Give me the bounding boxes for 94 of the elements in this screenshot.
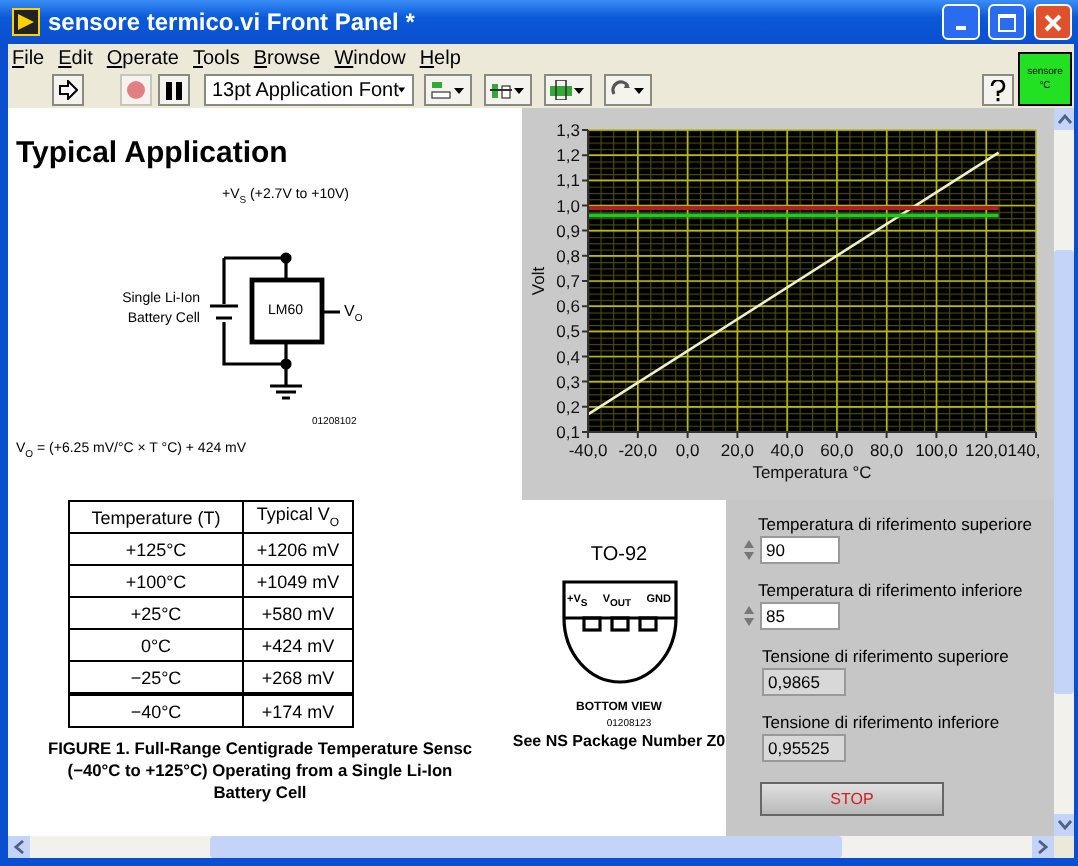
tick-label: 0,1 [556, 422, 580, 442]
table-cell: +580 mV [243, 597, 353, 629]
table-cell: −25°C [69, 661, 243, 694]
scroll-up-arrow[interactable] [1054, 108, 1074, 130]
package-outline-drawing [561, 580, 677, 684]
table-cell: +25°C [69, 597, 243, 629]
table-cell: −40°C [69, 694, 243, 727]
scroll-thumb[interactable] [210, 836, 842, 858]
pause-icon [166, 81, 182, 99]
pause-button[interactable] [158, 74, 190, 106]
control-label: Tensione di riferimento superiore [760, 646, 1011, 666]
tick-label: 0,3 [556, 371, 580, 392]
tick-label: 1,1 [556, 170, 580, 191]
tick-label: 140, [1007, 440, 1041, 460]
menu-item[interactable]: Tools [193, 47, 240, 69]
table-cell: 0°C [69, 629, 243, 661]
tick-label: 60,0 [820, 440, 854, 460]
output-label: V$_{O}$ [344, 304, 363, 328]
tick-label: 0,5 [556, 321, 580, 342]
distribute-icon [490, 80, 526, 100]
tick-label: 0,8 [556, 245, 580, 266]
align-icon [430, 80, 466, 100]
tick-label: 0,2 [556, 396, 580, 417]
tick-label: 0,0 [675, 440, 700, 460]
menu-item[interactable]: Help [419, 47, 461, 69]
rotate-arrow-icon [610, 80, 646, 100]
maximize-icon [998, 13, 1016, 31]
control-label: Temperatura di riferimento superiore [756, 514, 1035, 534]
resize-icon [550, 80, 586, 100]
axis-title: Temperatura °C [752, 462, 872, 482]
table-cell: +125°C [69, 533, 243, 565]
align-objects-button[interactable] [424, 74, 472, 106]
figure-caption: FIGURE 1. Full-Range Centigrade Temperature Sensc (−40°C to +125°C) Operating from a Single Li-Ion Battery Cell [47, 738, 473, 804]
numeric-indicator: 0,95525 [762, 734, 846, 762]
tick-label: 120,0 [964, 440, 1008, 460]
window-title: sensore termico.vi Front Panel * [48, 8, 415, 36]
tick-label: 0,6 [556, 296, 580, 317]
table-cell: +100°C [69, 565, 243, 597]
tick-label: 1,2 [556, 145, 580, 166]
column-header: Temperature (T) [69, 501, 243, 533]
spinner-arrows[interactable] [742, 602, 756, 630]
scroll-down-arrow[interactable] [1054, 814, 1074, 836]
arrow-icon [58, 80, 78, 100]
tick-label: 1,3 [556, 120, 580, 140]
tick-label: 40,0 [770, 440, 804, 460]
table-cell: +424 mV [243, 629, 353, 661]
table-cell: +1049 mV [243, 565, 353, 597]
caret-icon [398, 86, 406, 94]
table-cell: +1206 mV [243, 533, 353, 565]
column-header: Typical V$_{O}$ [243, 501, 353, 533]
menu-item[interactable]: File [12, 47, 45, 69]
tick-label: 0,4 [556, 346, 580, 367]
menu-item[interactable]: Operate [106, 47, 179, 69]
section-heading: Typical Application [16, 136, 290, 170]
tick-label: 0,9 [556, 220, 580, 241]
menu-item[interactable]: Browse [253, 47, 321, 69]
scroll-left-arrow[interactable] [8, 836, 30, 858]
numeric-field[interactable]: 85 [760, 602, 840, 630]
distribute-objects-button[interactable] [484, 74, 532, 106]
stop-circle-icon [126, 80, 146, 100]
run-button[interactable] [52, 74, 84, 106]
table-cell: +174 mV [243, 694, 353, 727]
tick-label: 1,0 [556, 195, 580, 216]
spinner-arrows[interactable] [742, 536, 756, 564]
numeric-field[interactable]: 90 [760, 536, 840, 564]
scroll-thumb[interactable] [1054, 250, 1074, 694]
font-dropdown[interactable]: 13pt Application Font [204, 74, 414, 106]
menu-item[interactable]: Edit [58, 47, 93, 69]
help-icon [990, 79, 1006, 101]
close-button[interactable] [1034, 4, 1072, 40]
tick-label: 80,0 [870, 440, 904, 460]
resize-objects-button[interactable] [544, 74, 592, 106]
numeric-indicator: 0,9865 [762, 668, 846, 696]
reorder-button[interactable] [604, 74, 652, 106]
package-title: TO-92 [590, 544, 648, 566]
minimize-button[interactable] [942, 4, 980, 40]
tick-label: 100,0 [915, 440, 958, 460]
close-icon [1044, 13, 1062, 31]
menu-item[interactable]: Window [334, 47, 406, 69]
control-label: Temperatura di riferimento inferiore [756, 580, 1025, 600]
tick-label: -40,0 [568, 440, 608, 460]
package-note: See NS Package Number Z0 [512, 732, 726, 750]
control-label: Tensione di riferimento inferiore [760, 712, 1002, 732]
help-button[interactable] [982, 74, 1014, 106]
axis-title: Volt [528, 266, 548, 296]
scroll-right-arrow[interactable] [1032, 836, 1054, 858]
tick-label: -20,0 [618, 440, 658, 460]
vertical-scrollbar[interactable] [1054, 108, 1074, 836]
horizontal-scrollbar[interactable] [8, 836, 1054, 858]
play-icon [12, 8, 40, 36]
maximize-button[interactable] [988, 4, 1026, 40]
scrollbar-corner [1054, 836, 1074, 858]
tick-label: 0,7 [556, 271, 580, 291]
tick-label: 20,0 [720, 440, 754, 460]
